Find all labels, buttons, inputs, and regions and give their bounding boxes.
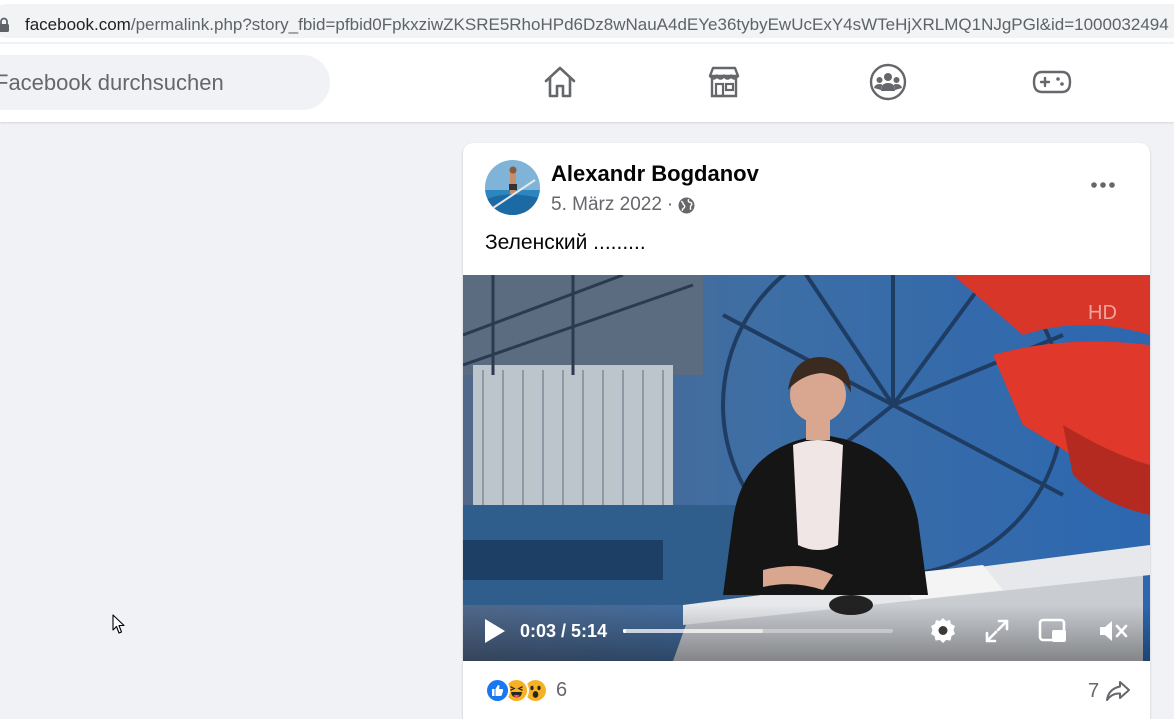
browser-address-bar: facebook.com/permalink.php?story_fbid=pf… [0,0,1174,42]
address-field[interactable]: facebook.com/permalink.php?story_fbid=pf… [0,4,1174,38]
video-controls: 0:03 / 5:14 [463,605,1150,661]
play-icon[interactable] [481,617,507,645]
url-text[interactable]: facebook.com/permalink.php?story_fbid=pf… [25,14,1169,36]
post-meta: 5. März 2022 · [551,194,695,216]
post-text: Зеленский ......... [485,231,646,254]
home-icon[interactable] [540,62,580,102]
mouse-pointer-icon [112,614,125,634]
marketplace-icon[interactable] [704,62,744,102]
meta-separator: · [666,194,674,215]
video-frame: HD [463,275,1150,661]
author-avatar[interactable] [485,160,540,215]
progress-buffer [623,629,764,633]
groups-icon[interactable] [868,62,908,102]
facebook-header [0,44,1174,122]
progress-fill [623,629,626,633]
channel-watermark: HD [1088,302,1117,324]
like-reaction-icon [485,677,510,703]
share-icon [1106,681,1131,701]
lock-icon[interactable] [0,17,10,33]
video-duration: 5:14 [571,621,608,641]
url-host: facebook.com [25,15,131,34]
author-name[interactable]: Alexandr Bogdanov [551,161,759,187]
progress-bar[interactable] [623,629,893,633]
gaming-icon[interactable] [1032,62,1072,102]
more-icon [1091,182,1115,188]
globe-icon [678,197,695,213]
search-input[interactable] [0,55,330,110]
video-player[interactable]: HD 0:03 / 5:14 [463,275,1150,661]
video-time: 0:03 / 5:14 [520,621,607,642]
picture-in-picture-icon[interactable] [1037,615,1069,647]
fullscreen-icon[interactable] [981,615,1013,647]
url-path: /permalink.php?story_fbid=pfbid0FpkxziwZ… [130,15,1169,34]
settings-icon[interactable] [927,615,959,647]
share-count: 7 [1088,679,1100,702]
mute-icon[interactable] [1097,615,1129,647]
shares-summary[interactable]: 7 [1088,676,1131,706]
time-separator: / [556,621,572,641]
post-card: Alexandr Bogdanov 5. März 2022 · Зеленск… [463,143,1150,719]
current-time: 0:03 [520,621,557,641]
reaction-count: 6 [556,678,568,701]
more-options-button[interactable] [1083,165,1123,205]
post-date[interactable]: 5. März 2022 [551,194,662,216]
reactions-summary[interactable]: 6 [485,675,567,705]
